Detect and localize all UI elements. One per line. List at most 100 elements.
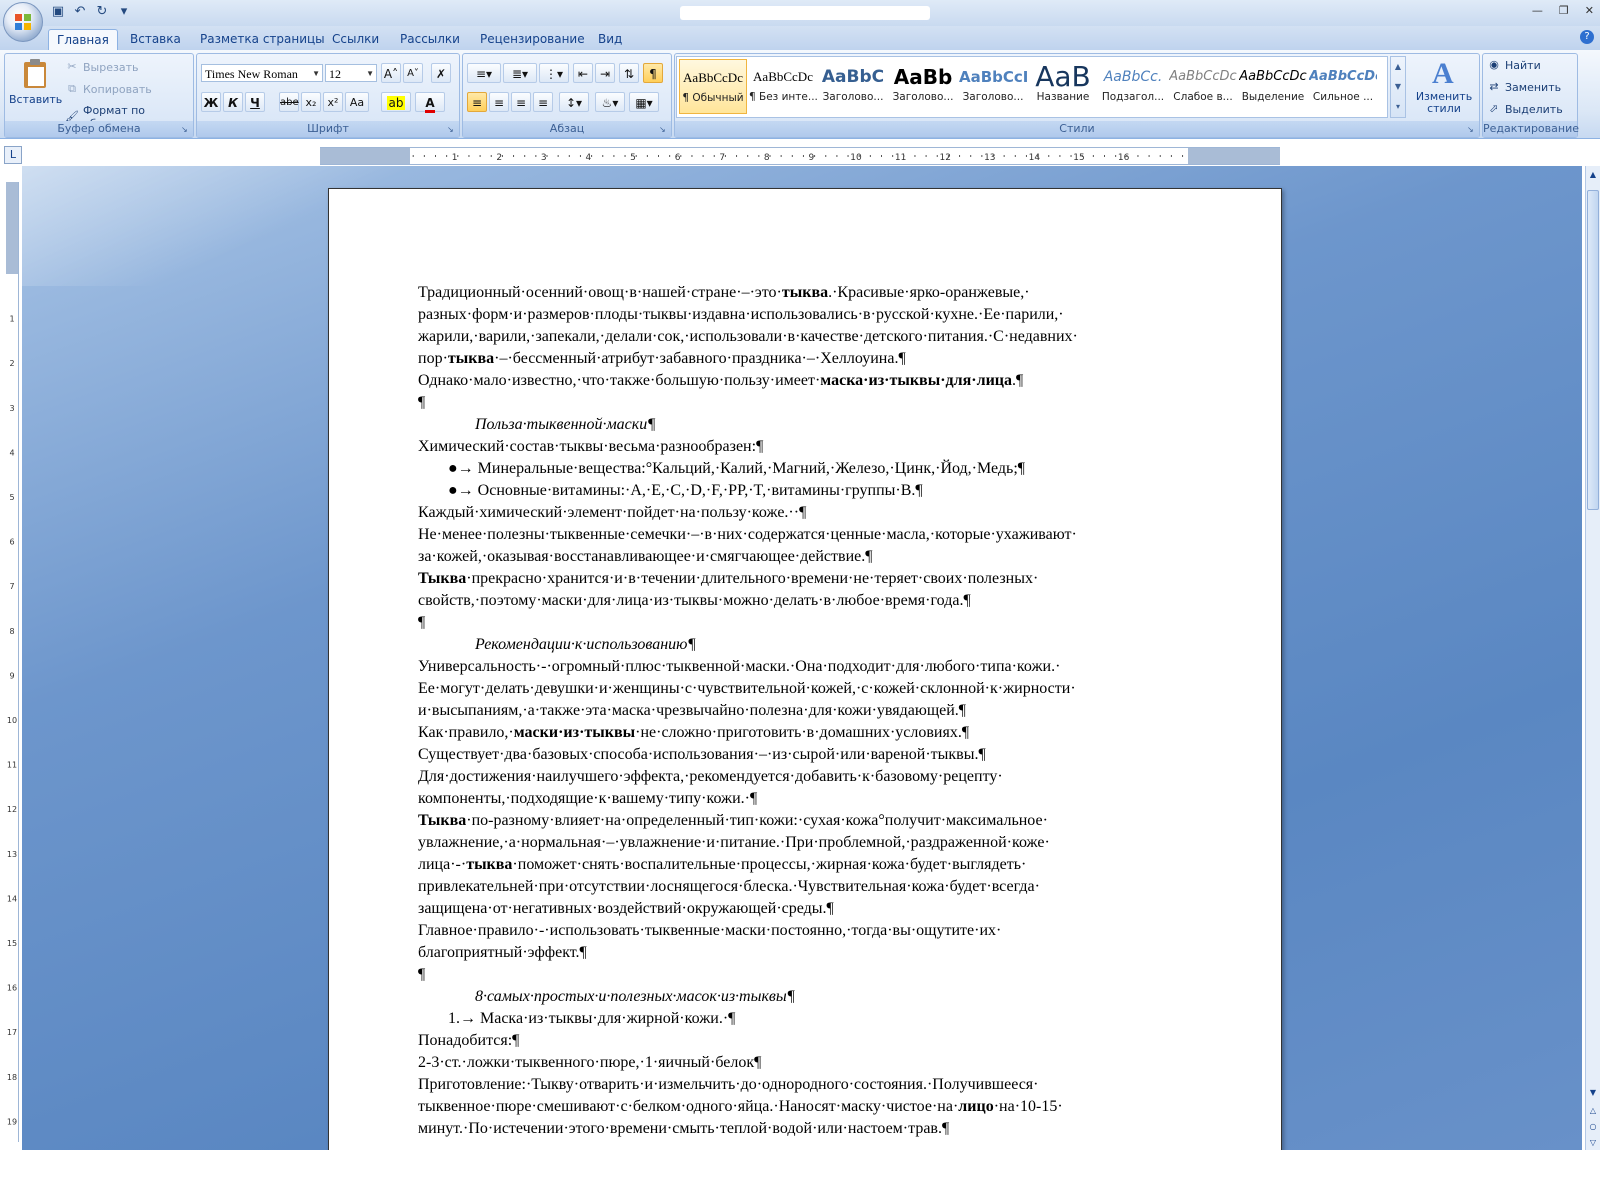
redo-icon[interactable]: ↻ [94, 4, 110, 20]
dialog-launcher-icon[interactable]: ↘ [1467, 125, 1476, 134]
gallery-scroll[interactable]: ▲ ▼ ▾ [1390, 56, 1406, 118]
style-name: Заголово... [822, 91, 884, 103]
justify-icon[interactable]: ≡ [533, 92, 553, 112]
tab-insert[interactable]: Вставка [122, 29, 189, 50]
paragraph: Однако·мало·известно,·что·также·большую·… [418, 370, 1198, 392]
tab-mailings[interactable]: Рассылки [392, 29, 468, 50]
scroll-up-icon[interactable]: ▲ [1587, 168, 1599, 182]
more-icon[interactable]: ▾ [1391, 97, 1405, 117]
shading-icon[interactable]: ♨▾ [595, 92, 625, 112]
office-button[interactable] [3, 2, 43, 42]
style-item-subtle-emphasis[interactable]: AaBbCcDc Слабое в... [1169, 59, 1237, 114]
next-page-icon[interactable]: ▽ [1587, 1136, 1599, 1150]
style-item-heading3[interactable]: AaBbCcI Заголово... [959, 59, 1027, 114]
paste-button[interactable]: Вставить [9, 58, 62, 106]
ruler-number: 10 [7, 716, 17, 725]
show-marks-icon[interactable]: ¶ [643, 63, 663, 83]
style-item-title[interactable]: AaB Название [1029, 59, 1097, 114]
italic-button[interactable]: К [223, 92, 243, 112]
shrink-font-button[interactable]: A˅ [403, 63, 423, 83]
align-left-icon[interactable]: ≡ [467, 92, 487, 112]
browse-object-icon[interactable]: ○ [1587, 1120, 1599, 1134]
style-item-subtitle[interactable]: AaBbCc. Подзагол... [1099, 59, 1167, 114]
previous-page-icon[interactable]: △ [1587, 1104, 1599, 1118]
text-run: Традиционный·осенний·овощ·в·нашей·стране… [418, 284, 782, 301]
save-icon[interactable]: ▣ [50, 4, 66, 20]
list-item: ●→ Минеральные·вещества:°Кальций,·Калий,… [448, 460, 1026, 477]
help-icon[interactable]: ? [1580, 30, 1594, 44]
bold-button[interactable]: Ж [201, 92, 221, 112]
ruler-number: 17 [7, 1028, 17, 1037]
paragraph: Ее·могут·делать·девушки·и·женщины·с·чувс… [418, 680, 1076, 697]
ruler-number: 5 [630, 153, 636, 163]
paragraph: Существует·два·базовых·способа·использов… [418, 746, 986, 763]
cut-button[interactable]: ✂ Вырезать [65, 60, 138, 74]
document-page[interactable]: Традиционный·осенний·овощ·в·нашей·стране… [328, 188, 1282, 1190]
scroll-thumb[interactable] [1587, 190, 1599, 510]
style-item-intense-emphasis[interactable]: AaBbCcDc Сильное ... [1309, 59, 1377, 114]
clear-format-icon[interactable]: ✗ [431, 63, 451, 83]
dialog-launcher-icon[interactable]: ↘ [181, 125, 190, 134]
replace-button[interactable]: ⇄ Заменить [1487, 80, 1561, 94]
superscript-button[interactable]: x² [323, 92, 343, 112]
text-run: .·Красивые·ярко-оранжевые,· [828, 284, 1030, 301]
change-styles-button[interactable]: A Изменить стили [1414, 56, 1474, 115]
vertical-scrollbar[interactable]: ▲ ▼ △ ○ ▽ [1585, 166, 1600, 1151]
scroll-down-icon[interactable]: ▼ [1587, 1086, 1599, 1100]
tab-view[interactable]: Вид [590, 29, 630, 50]
style-item-emphasis[interactable]: AaBbCcDc Выделение [1239, 59, 1307, 114]
numbering-icon[interactable]: ≣▾ [503, 63, 537, 83]
sort-icon[interactable]: ⇅ [619, 63, 639, 83]
copy-button[interactable]: ⧉ Копировать [65, 82, 152, 96]
undo-icon[interactable]: ↶ [72, 4, 88, 20]
tab-selector-icon[interactable]: L [4, 146, 22, 164]
styles-group-label: Стили [675, 121, 1479, 137]
restore-icon[interactable]: ❐ [1559, 4, 1569, 17]
style-sample: AaBbCcDc [1169, 69, 1237, 84]
strikethrough-button[interactable]: abe [279, 92, 299, 112]
change-case-button[interactable]: Aa [345, 92, 369, 112]
chevron-down-icon[interactable]: ▼ [1391, 77, 1405, 97]
document-body[interactable]: Традиционный·осенний·овощ·в·нашей·стране… [418, 282, 1198, 1140]
decrease-indent-icon[interactable]: ⇤ [573, 63, 593, 83]
style-item-no-spacing[interactable]: AaBbCcDc ¶ Без инте... [749, 59, 817, 114]
ruler-number: 3 [541, 153, 547, 163]
dialog-launcher-icon[interactable]: ↘ [659, 125, 668, 134]
multilevel-list-icon[interactable]: ⋮▾ [539, 63, 569, 83]
align-right-icon[interactable]: ≡ [511, 92, 531, 112]
ruler-number: 8 [764, 153, 770, 163]
font-color-icon[interactable]: A [415, 92, 445, 113]
font-size-combo[interactable]: 12 ▼ [325, 64, 377, 82]
subscript-button[interactable]: x₂ [301, 92, 321, 112]
increase-indent-icon[interactable]: ⇥ [595, 63, 615, 83]
dialog-launcher-icon[interactable]: ↘ [447, 125, 456, 134]
customize-icon[interactable]: ▾ [116, 4, 132, 20]
horizontal-ruler[interactable]: 211234567891011121314151618 [318, 147, 1280, 165]
tab-review[interactable]: Рецензирование [472, 29, 593, 50]
bullets-icon[interactable]: ≡▾ [467, 63, 501, 83]
close-icon[interactable]: ✕ [1585, 4, 1594, 17]
ruler-number: 9 [809, 153, 815, 163]
tab-page-layout[interactable]: Разметка страницы [192, 29, 333, 50]
align-center-icon[interactable]: ≡ [489, 92, 509, 112]
style-item-heading1[interactable]: AaBbC Заголово... [819, 59, 887, 114]
select-button[interactable]: ⬀ Выделить [1487, 102, 1562, 116]
line-spacing-icon[interactable]: ↕▾ [559, 92, 589, 112]
ruler-number: 9 [9, 671, 14, 680]
tab-references[interactable]: Ссылки [324, 29, 387, 50]
style-item-heading2[interactable]: AaBb Заголово... [889, 59, 957, 114]
text-run-bold: тыква [781, 284, 829, 301]
style-item-normal[interactable]: AaBbCcDc ¶ Обычный [679, 59, 747, 114]
find-button[interactable]: ◉ Найти [1487, 58, 1541, 72]
borders-icon[interactable]: ▦▾ [629, 92, 659, 112]
grow-font-button[interactable]: A˄ [381, 63, 401, 83]
ruler-number: 4 [586, 153, 592, 163]
highlight-icon[interactable]: ab [381, 92, 411, 112]
chevron-up-icon[interactable]: ▲ [1391, 57, 1405, 77]
font-name-combo[interactable]: Times New Roman ▼ [201, 64, 323, 82]
paragraph: Главное·правило·-·использовать·тыквенные… [418, 922, 1002, 939]
vertical-ruler[interactable]: 2112345678910111213141516171819 [6, 181, 19, 1142]
underline-button[interactable]: Ч [245, 92, 265, 112]
tab-home[interactable]: Главная [48, 29, 118, 51]
minimize-icon[interactable]: — [1532, 4, 1543, 17]
